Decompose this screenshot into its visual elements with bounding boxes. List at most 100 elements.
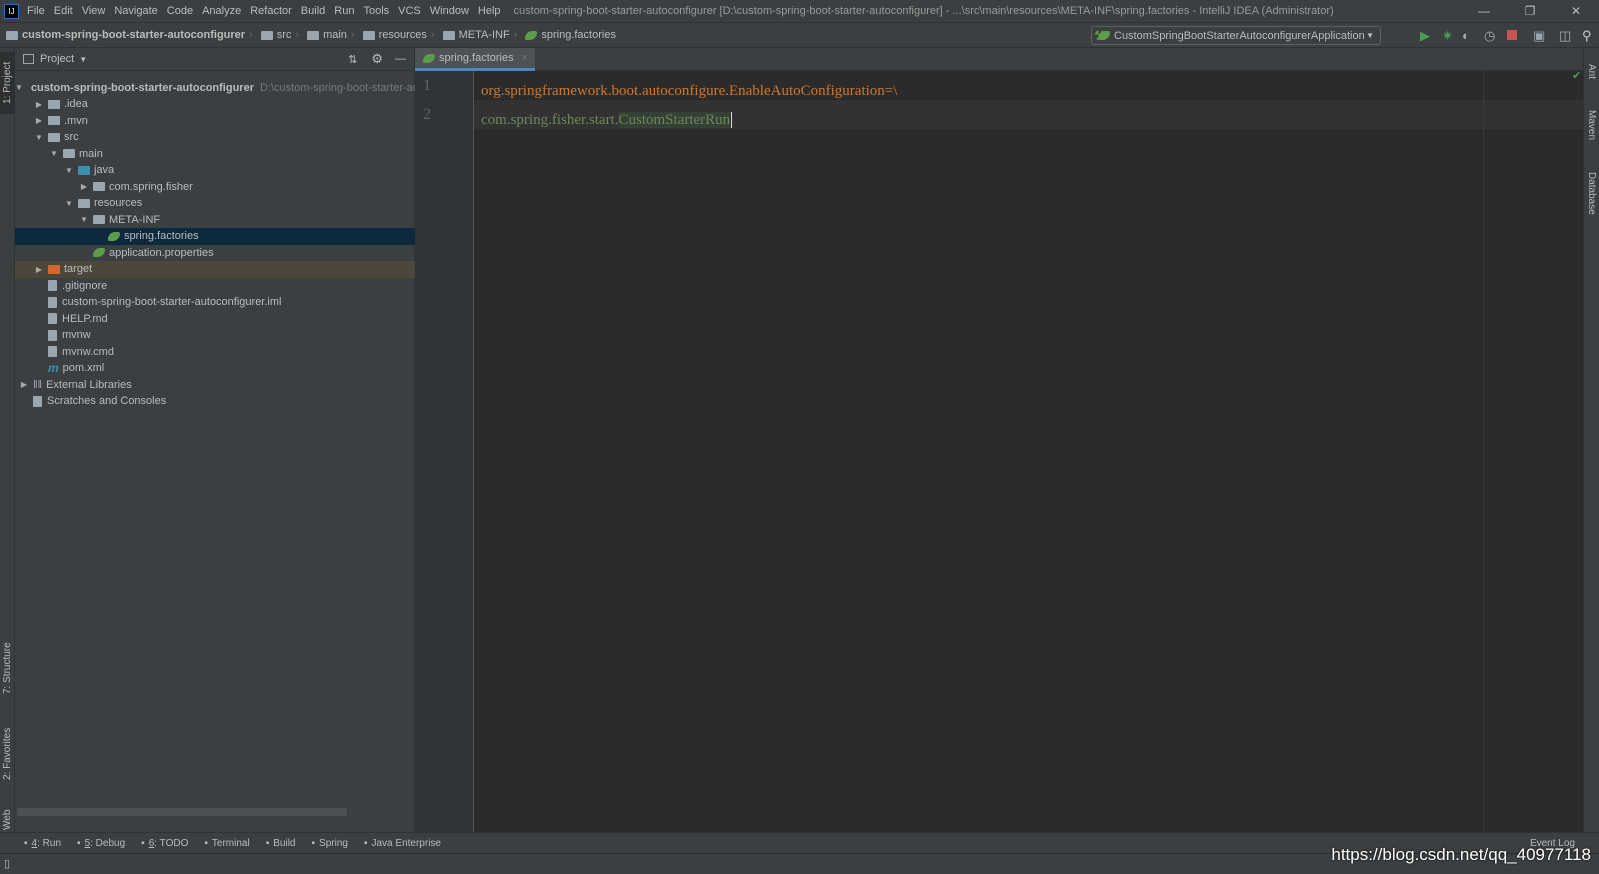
menu-code[interactable]: Code xyxy=(167,5,193,17)
tool-build-button[interactable]: ▪ Build xyxy=(266,838,296,849)
tab-spring-factories[interactable]: spring.factories × xyxy=(415,48,535,71)
tool-label: : Run xyxy=(37,837,62,849)
tree-item-label: custom-spring-boot-starter-autoconfigure… xyxy=(62,296,282,308)
gear-icon[interactable]: ⚙ xyxy=(371,51,383,67)
toggle-tool-windows-icon[interactable]: ▯ xyxy=(4,857,10,870)
tree-item[interactable]: ▼ META-INF xyxy=(15,211,415,228)
tool-terminal-button[interactable]: ▪ Terminal xyxy=(204,838,249,849)
menu-navigate[interactable]: Navigate xyxy=(114,5,157,17)
menu-tools[interactable]: Tools xyxy=(363,5,389,17)
chevron-down-icon[interactable]: ▼ xyxy=(79,55,87,64)
horizontal-scrollbar[interactable] xyxy=(17,808,347,816)
collapse-arrow-icon[interactable]: ▶ xyxy=(34,265,44,274)
project-tool-tab[interactable]: 1: Project xyxy=(0,52,15,114)
tab-label: spring.factories xyxy=(439,52,514,64)
breadcrumb-item[interactable]: custom-spring-boot-starter-autoconfigure… xyxy=(6,29,257,41)
tree-item[interactable]: application.properties xyxy=(15,244,415,261)
tree-item[interactable]: mvnw.cmd xyxy=(15,343,415,360)
tree-item[interactable]: spring.factories xyxy=(15,227,415,245)
presentation-icon[interactable]: ◫ xyxy=(1559,28,1571,44)
run-icon[interactable]: ▶ xyxy=(1420,28,1430,44)
tool-debug-button[interactable]: ▪ 5: Debug xyxy=(77,838,125,849)
code-line[interactable]: org.springframework.boot.autoconfigure.E… xyxy=(481,83,897,100)
tree-item[interactable]: ▶ com.spring.fisher xyxy=(15,178,415,195)
text-cursor xyxy=(731,112,733,128)
collapse-all-icon[interactable]: ⇅ xyxy=(348,53,357,66)
folder-icon xyxy=(48,132,60,142)
breadcrumb-item[interactable]: main › xyxy=(307,29,359,41)
collapse-arrow-icon[interactable]: ▶ xyxy=(34,116,44,125)
breadcrumb-item[interactable]: src › xyxy=(260,29,303,41)
breadcrumb-item[interactable]: spring.factories xyxy=(525,29,616,41)
expand-arrow-icon[interactable]: ▼ xyxy=(49,149,59,158)
menu-build[interactable]: Build xyxy=(301,5,325,17)
minimize-button[interactable]: — xyxy=(1461,4,1507,18)
breadcrumb-label: custom-spring-boot-starter-autoconfigure… xyxy=(22,29,246,41)
menu-edit[interactable]: Edit xyxy=(54,5,73,17)
stop-icon[interactable] xyxy=(1507,30,1517,40)
expand-arrow-icon[interactable]: ▼ xyxy=(79,215,89,224)
tree-item[interactable]: ▶ target xyxy=(15,260,415,278)
menu-analyze[interactable]: Analyze xyxy=(202,5,241,17)
tree-item[interactable]: ▶ ‖‖ External Libraries xyxy=(15,376,415,393)
menu-help[interactable]: Help xyxy=(478,5,501,17)
tree-item[interactable]: Scratches and Consoles xyxy=(15,393,415,410)
tree-item[interactable]: ▼ src xyxy=(15,129,415,146)
restore-button[interactable]: ❐ xyxy=(1507,4,1553,18)
tree-item-label: custom-spring-boot-starter-autoconfigure… xyxy=(30,81,254,94)
run-configuration-select[interactable]: CustomSpringBootStarterAutoconfigurerApp… xyxy=(1091,26,1381,45)
tree-item[interactable]: ▼ resources xyxy=(15,195,415,212)
collapse-arrow-icon[interactable]: ▶ xyxy=(19,380,29,389)
excluded-folder-icon xyxy=(48,264,60,274)
breadcrumb-item[interactable]: resources › xyxy=(362,29,439,41)
tree-item[interactable]: ▼ main xyxy=(15,145,415,162)
favorites-tool-tab[interactable]: 2: Favorites xyxy=(0,714,15,794)
code-token: com.spring.fisher.start. xyxy=(481,112,619,128)
expand-arrow-icon[interactable]: ▼ xyxy=(34,133,44,142)
expand-arrow-icon[interactable]: ▼ xyxy=(64,199,74,208)
tree-item[interactable]: ▶ .mvn xyxy=(15,112,415,129)
tree-item[interactable]: mvnw xyxy=(15,327,415,344)
menu-window[interactable]: Window xyxy=(430,5,469,17)
expand-arrow-icon[interactable]: ▼ xyxy=(64,166,74,175)
tree-item-label: main xyxy=(79,147,103,160)
tree-item[interactable]: m pom.xml xyxy=(15,360,415,377)
structure-tool-tab[interactable]: 7: Structure xyxy=(0,628,15,708)
menu-refactor[interactable]: Refactor xyxy=(250,5,292,17)
hide-panel-icon[interactable]: — xyxy=(395,53,406,65)
tool-javaenterprise-button[interactable]: ▪ Java Enterprise xyxy=(364,838,441,849)
project-structure-icon[interactable]: ▣ xyxy=(1533,28,1545,44)
menu-file[interactable]: File xyxy=(27,5,45,17)
code-line[interactable]: com.spring.fisher.start.CustomStarterRun xyxy=(481,112,733,129)
search-icon[interactable]: ⚲ xyxy=(1582,28,1592,44)
tree-item[interactable]: .gitignore xyxy=(15,277,415,294)
tree-item[interactable]: ▼ custom-spring-boot-starter-autoconfigur… xyxy=(15,79,477,96)
breadcrumb-item[interactable]: META-INF › xyxy=(442,29,522,41)
tree-item[interactable]: ▶ .idea xyxy=(15,96,415,113)
database-tool-tab[interactable]: Database xyxy=(1584,160,1599,226)
coverage-icon[interactable]: ◐ xyxy=(1462,28,1470,43)
close-tab-icon[interactable]: × xyxy=(522,52,528,64)
ant-tool-tab[interactable]: Ant xyxy=(1584,52,1599,92)
menu-view[interactable]: View xyxy=(82,5,106,17)
expand-arrow-icon[interactable]: ▼ xyxy=(15,83,23,92)
tool-run-button[interactable]: ▪ 4: Run xyxy=(24,838,61,849)
tree-item-label: spring.factories xyxy=(124,230,199,242)
profile-icon[interactable]: ◷ xyxy=(1484,28,1495,44)
tool-todo-button[interactable]: ▪ 6: TODO xyxy=(141,838,188,849)
close-button[interactable]: ✕ xyxy=(1553,4,1599,18)
tool-spring-button[interactable]: ▪ Spring xyxy=(312,838,348,849)
tree-item[interactable]: custom-spring-boot-starter-autoconfigure… xyxy=(15,294,415,311)
collapse-arrow-icon[interactable]: ▶ xyxy=(79,182,89,191)
maven-tool-tab[interactable]: Maven xyxy=(1584,100,1599,150)
menu-vcs[interactable]: VCS xyxy=(398,5,421,17)
collapse-arrow-icon[interactable]: ▶ xyxy=(34,100,44,109)
tree-item-label: target xyxy=(64,263,93,275)
folder-icon xyxy=(48,99,60,109)
tree-item[interactable]: ▼ java xyxy=(15,162,415,179)
project-view-select[interactable]: Project xyxy=(40,53,74,65)
tree-item[interactable]: HELP.md xyxy=(15,310,415,327)
breadcrumb: custom-spring-boot-starter-autoconfigure… xyxy=(6,29,620,41)
menu-run[interactable]: Run xyxy=(334,5,354,17)
debug-icon[interactable]: ✷ xyxy=(1442,28,1453,44)
